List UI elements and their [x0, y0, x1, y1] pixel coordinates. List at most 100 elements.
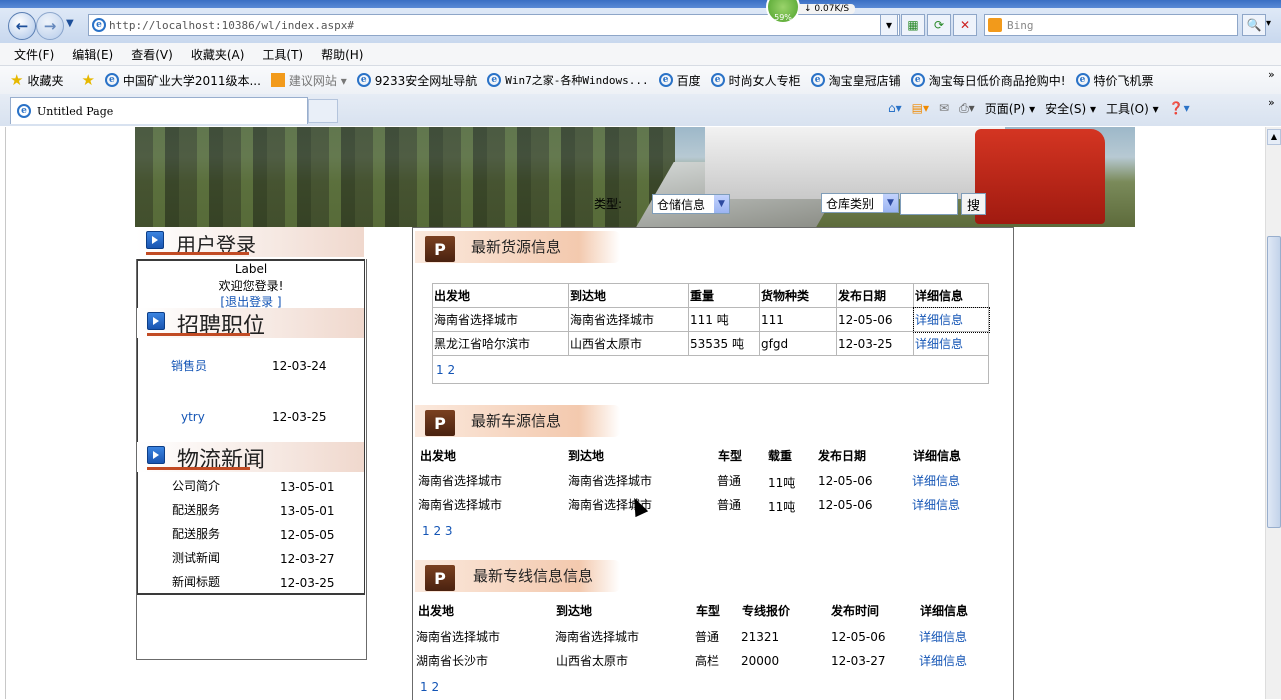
search-type-select[interactable]: 仓储信息 ▼ — [652, 194, 730, 214]
refresh-icon[interactable]: ⟳ — [927, 14, 951, 36]
col-header: 货物种类 — [759, 283, 837, 308]
col-header: 详细信息 — [920, 604, 969, 618]
news-link[interactable]: 公司简介 — [172, 477, 220, 494]
add-favorite-icon[interactable]: ★ — [81, 71, 94, 89]
print-icon[interactable]: ⎙▾ — [959, 101, 975, 116]
fav-link-7[interactable]: e 淘宝每日低价商品抢购中! — [910, 72, 1066, 89]
menu-tools[interactable]: 工具(T) — [262, 46, 303, 63]
search-type-label: 类型: — [594, 197, 623, 211]
fav-link-1[interactable]: 建议网站 ▾ — [270, 72, 347, 89]
stop-icon[interactable]: ✕ — [953, 14, 977, 36]
cell-vehicle-type: 普通 — [717, 474, 742, 488]
search-category-select[interactable]: 仓库类别 ▼ — [821, 193, 899, 213]
details-link[interactable]: 详细信息 — [912, 472, 960, 489]
job-link[interactable]: 销售员 — [171, 357, 207, 374]
fav-label: 百度 — [676, 73, 701, 88]
new-tab-button[interactable] — [308, 99, 338, 123]
fav-link-6[interactable]: e 淘宝皇冠店铺 — [810, 72, 901, 89]
fav-link-2[interactable]: e 9233安全网址导航 — [356, 72, 478, 89]
cell-destination: 海南省选择城市 — [568, 307, 689, 332]
job-date: 12-03-24 — [272, 359, 327, 373]
fav-link-5[interactable]: e 时尚女人专柜 — [710, 72, 801, 89]
ie-link-icon: e — [487, 73, 502, 87]
tools-menu[interactable]: 工具(O) ▾ — [1106, 100, 1159, 117]
ie-link-icon: e — [356, 73, 371, 87]
menu-bar: 文件(F) 编辑(E) 查看(V) 收藏夹(A) 工具(T) 帮助(H) — [0, 43, 1281, 66]
cell-origin: 海南省选择城市 — [418, 474, 503, 488]
chevron-right-icon[interactable]: » — [1268, 96, 1275, 109]
news-date: 13-05-01 — [280, 480, 335, 494]
menu-help[interactable]: 帮助(H) — [321, 46, 363, 63]
search-keyword-input[interactable] — [900, 193, 958, 215]
favorites-button[interactable]: ★ 收藏夹 — [10, 71, 63, 89]
chevron-right-icon[interactable]: » — [1268, 68, 1275, 81]
details-link[interactable]: 详细信息 — [913, 331, 989, 356]
fav-link-0[interactable]: e 中国矿业大学2011级本... — [104, 72, 261, 89]
cell-vehicle-type: 普通 — [695, 630, 720, 644]
history-dropdown-icon[interactable]: ▼ — [66, 18, 74, 29]
col-header: 出发地 — [420, 449, 457, 463]
browser-search-box[interactable]: Bing — [984, 14, 1238, 36]
job-link[interactable]: ytry — [181, 410, 205, 424]
tab-untitled-page[interactable]: e Untitled Page — [10, 97, 308, 124]
cargo-section-header: P 最新货源信息 — [415, 231, 620, 263]
news-link[interactable]: 测试新闻 — [172, 549, 220, 566]
fav-link-4[interactable]: e 百度 — [658, 72, 701, 89]
table-row: 海南省选择城市 海南省选择城市 111 吨 111 12-05-06 详细信息 — [432, 306, 990, 333]
arrow-bullet-icon — [147, 312, 165, 330]
search-icon[interactable]: 🔍 — [1242, 14, 1266, 36]
col-header: 发布日期 — [818, 449, 867, 463]
fav-label: 特价飞机票 — [1093, 73, 1154, 88]
pager[interactable]: 1 2 — [436, 363, 455, 377]
search-options-icon[interactable]: ▾ — [1266, 18, 1271, 29]
forward-button[interactable]: → — [36, 12, 64, 40]
col-header: 车型 — [718, 449, 743, 463]
search-button[interactable]: 搜 — [961, 193, 986, 215]
col-header: 发布时间 — [831, 604, 880, 618]
cell-origin: 海南省选择城市 — [416, 630, 501, 644]
details-link[interactable]: 详细信息 — [912, 306, 990, 333]
vehicles-title: 最新车源信息 — [471, 412, 562, 430]
rss-icon[interactable]: ▤▾ — [912, 101, 929, 115]
fav-link-3[interactable]: e Win7之家-各种Windows... — [487, 72, 649, 88]
scrollbar-thumb[interactable] — [1267, 236, 1281, 528]
url-dropdown-icon[interactable]: ▾ — [880, 14, 898, 36]
ie-link-icon: e — [810, 73, 825, 87]
col-header: 详细信息 — [913, 283, 989, 308]
ie-link-icon: e — [710, 73, 725, 87]
menu-favorites[interactable]: 收藏夹(A) — [191, 46, 245, 63]
menu-edit[interactable]: 编辑(E) — [72, 46, 113, 63]
menu-file[interactable]: 文件(F) — [14, 46, 54, 63]
col-header: 车型 — [696, 604, 721, 618]
news-link[interactable]: 配送服务 — [172, 525, 220, 542]
cell-vehicle-type: 高栏 — [695, 654, 720, 668]
ie-link-icon: e — [910, 73, 925, 87]
fav-link-8[interactable]: e 特价飞机票 — [1075, 72, 1154, 89]
menu-view[interactable]: 查看(V) — [131, 46, 173, 63]
safety-menu[interactable]: 安全(S) ▾ — [1045, 100, 1096, 117]
details-link[interactable]: 详细信息 — [919, 628, 967, 645]
bing-icon — [988, 18, 1002, 32]
news-link[interactable]: 新闻标题 — [172, 573, 220, 590]
header-underline — [147, 333, 250, 336]
page-menu[interactable]: 页面(P) ▾ — [985, 100, 1035, 117]
fav-label: 9233安全网址导航 — [374, 73, 478, 88]
news-date: 12-03-27 — [280, 552, 335, 566]
lines-title: 最新专线信息信息 — [473, 567, 594, 585]
cargo-title: 最新货源信息 — [471, 238, 562, 256]
scroll-up-icon[interactable]: ▲ — [1267, 129, 1281, 145]
details-link[interactable]: 详细信息 — [912, 496, 960, 513]
news-link[interactable]: 配送服务 — [172, 501, 220, 518]
table-row: 黑龙江省哈尔滨市 山西省太原市 53535 吨 gfgd 12-03-25 详细… — [432, 331, 989, 356]
back-button[interactable]: ← — [8, 12, 36, 40]
pager[interactable]: 1 2 3 — [422, 524, 453, 538]
compat-view-icon[interactable]: ▦ — [901, 14, 925, 36]
url-text[interactable]: http://localhost:10386/wl/index.aspx# — [109, 19, 354, 32]
details-link[interactable]: 详细信息 — [919, 652, 967, 669]
help-icon[interactable]: ❓▾ — [1169, 101, 1190, 115]
home-icon[interactable]: ⌂▾ — [888, 101, 902, 115]
mail-icon[interactable]: ✉ — [939, 101, 949, 115]
welcome-text: 欢迎您登录! — [218, 279, 284, 293]
cell-destination: 山西省太原市 — [568, 331, 689, 356]
pager[interactable]: 1 2 — [420, 680, 439, 694]
